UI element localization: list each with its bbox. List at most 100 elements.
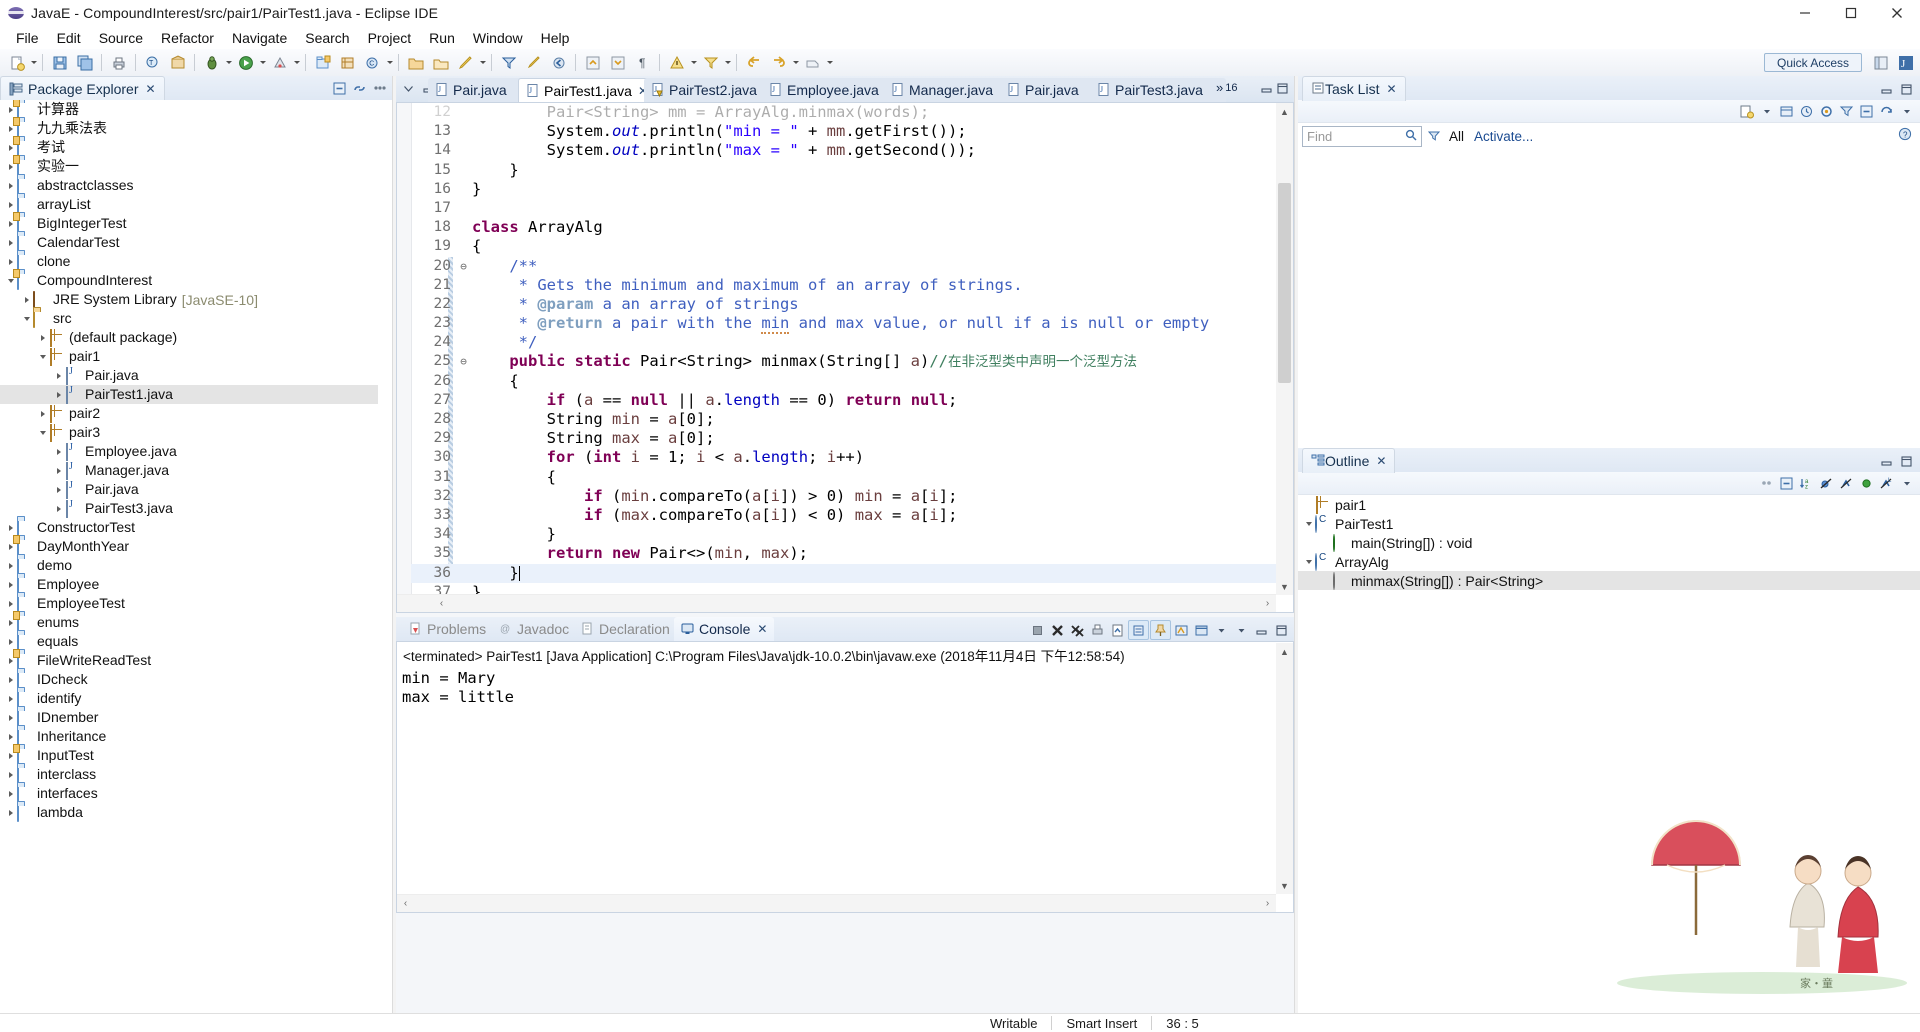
pencil-icon[interactable]: [454, 51, 477, 74]
chevron-right-icon[interactable]: [4, 670, 17, 689]
outline-item-main-string-void[interactable]: main(String[]) : void: [1298, 533, 1920, 552]
code-line[interactable]: 34 }: [411, 525, 1276, 544]
code-line[interactable]: 36 }: [411, 564, 1276, 583]
chevron-right-icon[interactable]: [4, 556, 17, 575]
editor-vertical-scrollbar[interactable]: ▲ ▼: [1276, 103, 1293, 595]
chevron-right-icon[interactable]: [4, 803, 17, 822]
tree-item-jre-system-library[interactable]: JRE System Library[JavaSE-10]: [0, 290, 378, 309]
bottom-tab-declaration[interactable]: Declaration: [574, 617, 677, 641]
code-line[interactable]: 12 Pair<String> mm = ArrayAlg.minmax(wor…: [411, 103, 1276, 122]
debug-dropdown-icon[interactable]: [224, 52, 233, 73]
close-icon[interactable]: ✕: [146, 82, 156, 96]
new-java-project-icon[interactable]: [311, 51, 334, 74]
code-line[interactable]: 15 }: [411, 161, 1276, 180]
display-selected-console-icon[interactable]: [1172, 621, 1191, 639]
save-all-icon[interactable]: [73, 51, 96, 74]
fold-marker[interactable]: [458, 161, 469, 180]
task-list-body[interactable]: [1298, 149, 1920, 434]
chevron-right-icon[interactable]: [4, 765, 17, 784]
java-perspective-button[interactable]: J: [1894, 51, 1917, 74]
code-line[interactable]: 29 String max = a[0];: [411, 429, 1276, 448]
outline-maximize-icon[interactable]: [1897, 452, 1916, 470]
package-explorer-tree[interactable]: 计算器九九乘法表考试实验一abstractclassesarrayListBig…: [0, 100, 378, 989]
bottom-tab-console[interactable]: Console✕: [674, 617, 774, 641]
close-button[interactable]: [1874, 0, 1920, 26]
code-line[interactable]: 33 if (max.compareTo(a[i]) < 0) max = a[…: [411, 506, 1276, 525]
open-folder-icon[interactable]: [404, 51, 427, 74]
fold-marker[interactable]: ⊖: [458, 352, 469, 371]
chevron-down-icon[interactable]: [36, 423, 49, 442]
chevron-right-icon[interactable]: [4, 575, 17, 594]
chevron-right-icon[interactable]: [52, 480, 65, 499]
tree-item-employee-java[interactable]: Employee.java: [0, 442, 378, 461]
back-history-icon[interactable]: [547, 51, 570, 74]
console-dropdown-icon[interactable]: [1212, 621, 1231, 639]
tree-item-compoundinterest[interactable]: CompoundInterest: [0, 271, 378, 290]
chevron-down-icon[interactable]: [20, 309, 33, 328]
fold-marker[interactable]: [458, 506, 469, 525]
fold-marker[interactable]: [458, 564, 469, 583]
tree-item-idcheck[interactable]: IDcheck: [0, 670, 378, 689]
remove-launch-icon[interactable]: [1048, 621, 1067, 639]
tree-item-pair1[interactable]: pair1: [0, 347, 378, 366]
toggle-mark-icon[interactable]: ¶: [631, 51, 654, 74]
fold-marker[interactable]: [458, 295, 469, 314]
open-perspective-icon[interactable]: [801, 51, 824, 74]
code-line[interactable]: 35 return new Pair<>(min, max);: [411, 544, 1276, 563]
tab-outline[interactable]: Outline ✕: [1302, 448, 1395, 473]
menu-search[interactable]: Search: [296, 27, 358, 49]
synchronize-icon[interactable]: [1877, 102, 1896, 120]
console-body[interactable]: <terminated> PairTest1 [Java Application…: [396, 641, 1294, 913]
chevron-right-icon[interactable]: [4, 689, 17, 708]
menu-project[interactable]: Project: [359, 27, 421, 49]
tree-item-pair2[interactable]: pair2: [0, 404, 378, 423]
chevron-right-icon[interactable]: [4, 176, 17, 195]
new-dropdown-icon[interactable]: [29, 52, 38, 73]
tree-item-manager-java[interactable]: Manager.java: [0, 461, 378, 480]
task-activate-link[interactable]: Activate...: [1474, 129, 1533, 144]
task-list-minimize-icon[interactable]: [1877, 80, 1896, 98]
fold-marker[interactable]: [458, 103, 469, 122]
forward-nav-icon[interactable]: [767, 51, 790, 74]
code-line[interactable]: 23 * @return a pair with the min and max…: [411, 314, 1276, 333]
back-nav-icon[interactable]: [742, 51, 765, 74]
export-console-icon[interactable]: [1108, 621, 1127, 639]
close-icon[interactable]: ✕: [1376, 454, 1386, 468]
tree-item-interclass[interactable]: interclass: [0, 765, 378, 784]
chevron-right-icon[interactable]: [36, 328, 49, 347]
editor-horizontal-scrollbar[interactable]: ‹ ›: [397, 594, 1276, 612]
console-scroll-down-icon[interactable]: ▼: [1276, 877, 1293, 894]
chevron-right-icon[interactable]: [4, 233, 17, 252]
next-marker-icon[interactable]: [665, 51, 688, 74]
editor-tab-overflow[interactable]: » 16: [1216, 80, 1237, 95]
tree-item-daymonthyear[interactable]: DayMonthYear: [0, 537, 378, 556]
code-line[interactable]: 30 for (int i = 1; i < a.length; i++): [411, 448, 1276, 467]
new-class-dropdown-icon[interactable]: [385, 52, 394, 73]
console-maximize-icon[interactable]: [1272, 621, 1291, 639]
code-lines[interactable]: 12 Pair<String> mm = ArrayAlg.minmax(wor…: [411, 103, 1276, 595]
fold-marker[interactable]: [458, 333, 469, 352]
fold-marker[interactable]: [458, 468, 469, 487]
search-icon[interactable]: [1405, 129, 1417, 144]
hide-static-icon[interactable]: [1837, 474, 1856, 492]
minimize-button[interactable]: [1782, 0, 1828, 26]
chevron-right-icon[interactable]: [20, 290, 33, 309]
last-edit-icon[interactable]: [522, 51, 545, 74]
new-class-icon[interactable]: C: [361, 51, 384, 74]
fold-marker[interactable]: [458, 429, 469, 448]
editor-minimize-icon[interactable]: [1258, 80, 1274, 96]
editor-tab-employee-java[interactable]: JEmployee.java: [762, 78, 900, 102]
print-icon[interactable]: [107, 51, 130, 74]
fold-marker[interactable]: [458, 141, 469, 160]
filter-icon[interactable]: [1837, 102, 1856, 120]
fold-marker[interactable]: [458, 487, 469, 506]
tree-item-enums[interactable]: enums: [0, 613, 378, 632]
menu-source[interactable]: Source: [90, 27, 152, 49]
perspective-dropdown-icon[interactable]: [825, 52, 834, 73]
task-view-menu-icon[interactable]: [1897, 102, 1916, 120]
tree-item-pair3[interactable]: pair3: [0, 423, 378, 442]
tree-item-filewritereadtest[interactable]: FileWriteReadTest: [0, 651, 378, 670]
chevron-down-icon[interactable]: [36, 347, 49, 366]
code-line[interactable]: 26 {: [411, 372, 1276, 391]
console-scroll-left-icon[interactable]: ‹: [397, 895, 414, 912]
